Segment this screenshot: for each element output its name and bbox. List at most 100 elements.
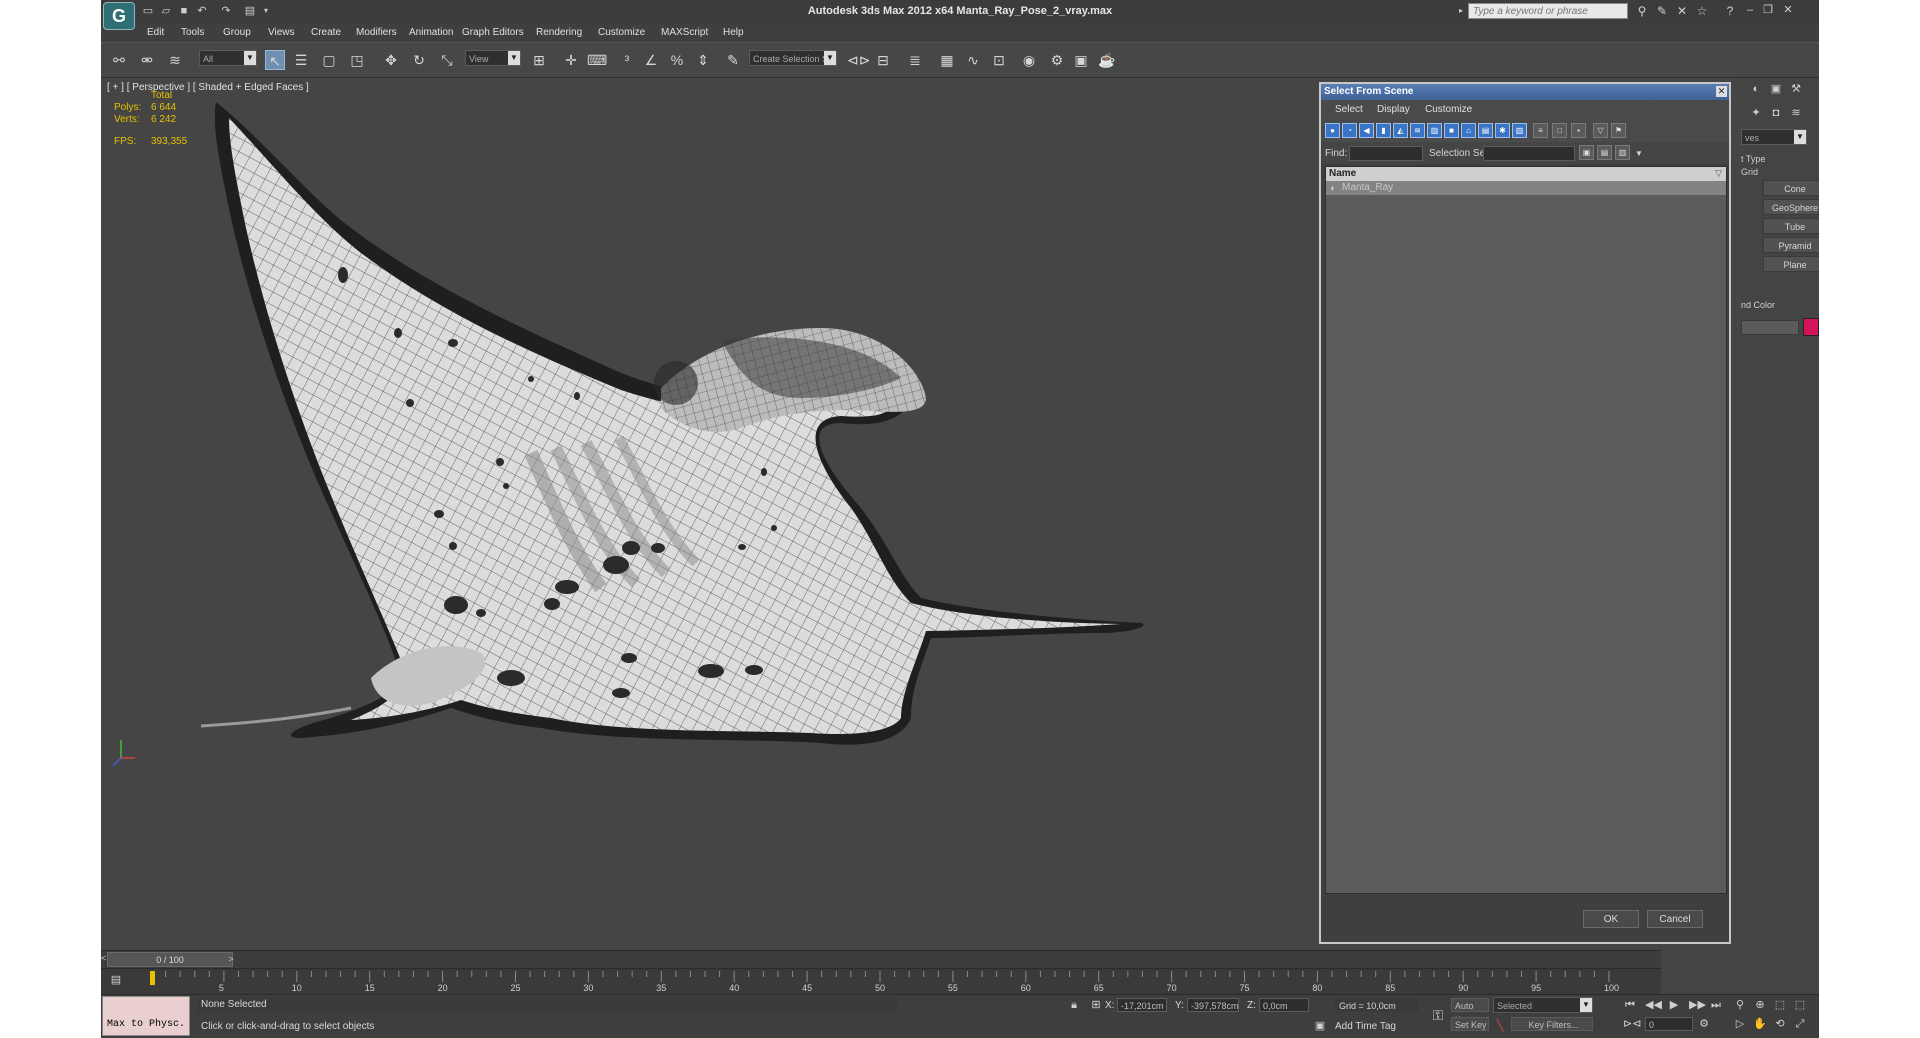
window-crossing-icon[interactable]: ◳ <box>347 50 367 70</box>
play-icon[interactable]: ▶ <box>1667 998 1681 1012</box>
select-and-link-icon[interactable]: ⚯ <box>109 50 129 70</box>
select-and-manipulate-icon[interactable]: ✛ <box>561 50 581 70</box>
filter-options-icon[interactable]: ⚑ <box>1611 123 1626 138</box>
mirror-icon[interactable]: ⊲⊳ <box>847 50 870 70</box>
binoculars-icon[interactable]: ⚲ <box>1635 4 1649 18</box>
key-icon[interactable]: ⚿ <box>1431 1008 1445 1022</box>
select-by-name-icon[interactable]: ☰ <box>291 50 311 70</box>
render-production-icon[interactable]: ☕ <box>1097 50 1117 70</box>
app-logo-icon[interactable]: G <box>103 2 135 30</box>
display-hidden-icon[interactable]: ▥ <box>1512 123 1527 138</box>
orbit-icon[interactable]: ⟲ <box>1773 1017 1787 1031</box>
viewport-label[interactable]: [ + ] [ Perspective ] [ Shaded + Edged F… <box>107 82 309 93</box>
restore-icon[interactable]: ❐ <box>1761 3 1775 17</box>
scene-object-list[interactable]: Name ▽ ◑ Manta_Ray <box>1325 166 1727 894</box>
subscription-icon[interactable]: ✎ <box>1655 4 1669 18</box>
keyboard-shortcut-override-icon[interactable]: ⌨ <box>587 50 607 70</box>
go-to-end-icon[interactable]: ⏭ <box>1709 998 1723 1012</box>
display-none-icon[interactable]: □ <box>1552 123 1567 138</box>
display-xrefs-icon[interactable]: ■ <box>1444 123 1459 138</box>
graphite-toolbar-icon[interactable]: ▦ <box>937 50 957 70</box>
layer-manager-icon[interactable]: ≣ <box>905 50 925 70</box>
schematic-view-icon[interactable]: ⊡ <box>989 50 1009 70</box>
menu-maxscript[interactable]: MAXScript <box>661 27 708 38</box>
snaps-toggle-icon[interactable]: ³ <box>617 50 637 70</box>
previous-frame-icon[interactable]: ◀◀ <box>1645 998 1662 1012</box>
y-coordinate-field[interactable]: -397,578cm <box>1187 998 1239 1012</box>
minimize-icon[interactable]: – <box>1743 3 1757 17</box>
menu-customize[interactable]: Customize <box>598 27 645 38</box>
display-groups-icon[interactable]: ▨ <box>1427 123 1442 138</box>
pan-view-icon[interactable]: ✋ <box>1753 1017 1767 1031</box>
time-slider-thumb[interactable]: 0 / 100 <box>107 952 233 967</box>
display-spacewarps-icon[interactable]: ≋ <box>1410 123 1425 138</box>
angle-snap-icon[interactable]: ∠ <box>641 50 661 70</box>
time-configuration-icon[interactable]: ⚙ <box>1697 1017 1711 1031</box>
material-editor-icon[interactable]: ◉ <box>1019 50 1039 70</box>
next-frame-icon[interactable]: ▶▶ <box>1689 998 1706 1012</box>
maximize-viewport-icon[interactable]: ⤢ <box>1793 1017 1807 1031</box>
tube-button[interactable]: Tube <box>1763 218 1819 234</box>
current-frame-field[interactable]: 0 <box>1645 1017 1693 1031</box>
list-item[interactable]: ◑ Manta_Ray <box>1326 181 1726 195</box>
unlink-icon[interactable]: ⚮ <box>137 50 157 70</box>
add-to-selection-set-icon[interactable]: ▥ <box>1615 145 1630 160</box>
dialog-close-icon[interactable]: ✕ <box>1716 86 1727 97</box>
field-of-view-icon[interactable]: ▷ <box>1733 1017 1747 1031</box>
pyramid-button[interactable]: Pyramid <box>1763 237 1819 253</box>
cancel-button[interactable]: Cancel <box>1647 910 1703 928</box>
pivot-center-icon[interactable]: ⊞ <box>529 50 549 70</box>
communication-icon[interactable]: ✕ <box>1675 4 1689 18</box>
bind-space-warp-icon[interactable]: ≋ <box>165 50 185 70</box>
display-helpers-icon[interactable]: ◭ <box>1393 123 1408 138</box>
geosphere-button[interactable]: GeoSphere <box>1763 199 1819 215</box>
zoom-extents-icon[interactable]: ⬚ <box>1773 998 1787 1012</box>
geometry-type-dropdown[interactable]: ves ▼ <box>1741 129 1807 145</box>
utilities-panel-icon[interactable]: ▣ <box>1769 82 1783 96</box>
set-key-button[interactable]: Set Key <box>1451 1017 1489 1031</box>
menu-edit[interactable]: Edit <box>147 27 164 38</box>
menu-animation[interactable]: Animation <box>409 27 453 38</box>
align-icon[interactable]: ⊟ <box>873 50 893 70</box>
reference-coordinate-dropdown[interactable]: View ▼ <box>465 50 521 66</box>
time-slider-next-icon[interactable]: > <box>225 952 237 967</box>
menu-group[interactable]: Group <box>223 27 251 38</box>
display-invert-icon[interactable]: ▪ <box>1571 123 1586 138</box>
z-coordinate-field[interactable]: 0,0cm <box>1259 998 1309 1012</box>
cameras-icon[interactable]: ◘ <box>1769 106 1783 120</box>
menu-modifiers[interactable]: Modifiers <box>356 27 397 38</box>
curve-editor-icon[interactable]: ∿ <box>963 50 983 70</box>
absolute-mode-icon[interactable]: ⊞ <box>1089 998 1103 1012</box>
key-mode-dropdown[interactable]: Selected ▼ <box>1493 997 1593 1013</box>
key-mode-toggle-icon[interactable]: ⊳⊲ <box>1623 1017 1641 1031</box>
favorites-star-icon[interactable]: ☆ <box>1695 4 1709 18</box>
display-bones-icon[interactable]: ⌂ <box>1461 123 1476 138</box>
display-cameras-icon[interactable]: ▮ <box>1376 123 1391 138</box>
rectangular-selection-icon[interactable]: ▢ <box>319 50 339 70</box>
dialog-menu-select[interactable]: Select <box>1335 104 1363 115</box>
zoom-all-icon[interactable]: ⊕ <box>1753 998 1767 1012</box>
go-to-start-icon[interactable]: ⏮ <box>1623 998 1637 1012</box>
filter-icon[interactable]: ▽ <box>1593 123 1608 138</box>
display-containers-icon[interactable]: ▤ <box>1478 123 1493 138</box>
spinner-snap-icon[interactable]: ⇕ <box>693 50 713 70</box>
track-bar[interactable]: ▤ 5 10 15 20 25 30 35 40 45 50 55 60 65 70 75 80 85 90 95 1… <box>101 968 1661 995</box>
search-expand-icon[interactable]: ▸ <box>1454 4 1468 18</box>
create-selection-set-icon[interactable]: ▣ <box>1579 145 1594 160</box>
selection-set-dropdown[interactable] <box>1483 146 1575 161</box>
time-slider[interactable]: < 0 / 100 > <box>101 950 1661 969</box>
toolbar-overflow-chevron-icon[interactable]: ▼ <box>1635 149 1643 158</box>
auto-key-button[interactable]: Auto Key <box>1451 998 1489 1025</box>
select-and-move-icon[interactable]: ✥ <box>381 50 401 70</box>
hammer-icon[interactable]: ⚒ <box>1789 82 1803 96</box>
select-and-rotate-icon[interactable]: ↻ <box>409 50 429 70</box>
maxscript-listener[interactable]: Max to Physc. <box>102 996 190 1036</box>
render-setup-icon[interactable]: ⚙ <box>1047 50 1067 70</box>
object-color-swatch[interactable] <box>1803 318 1819 336</box>
column-filter-icon[interactable]: ▽ <box>1715 168 1722 179</box>
select-and-scale-icon[interactable]: ⤡ <box>437 50 457 70</box>
lights-icon[interactable]: ✦ <box>1749 106 1763 120</box>
menu-help[interactable]: Help <box>723 27 744 38</box>
dialog-menu-customize[interactable]: Customize <box>1425 104 1472 115</box>
display-shapes-icon[interactable]: ◔ <box>1342 123 1357 138</box>
